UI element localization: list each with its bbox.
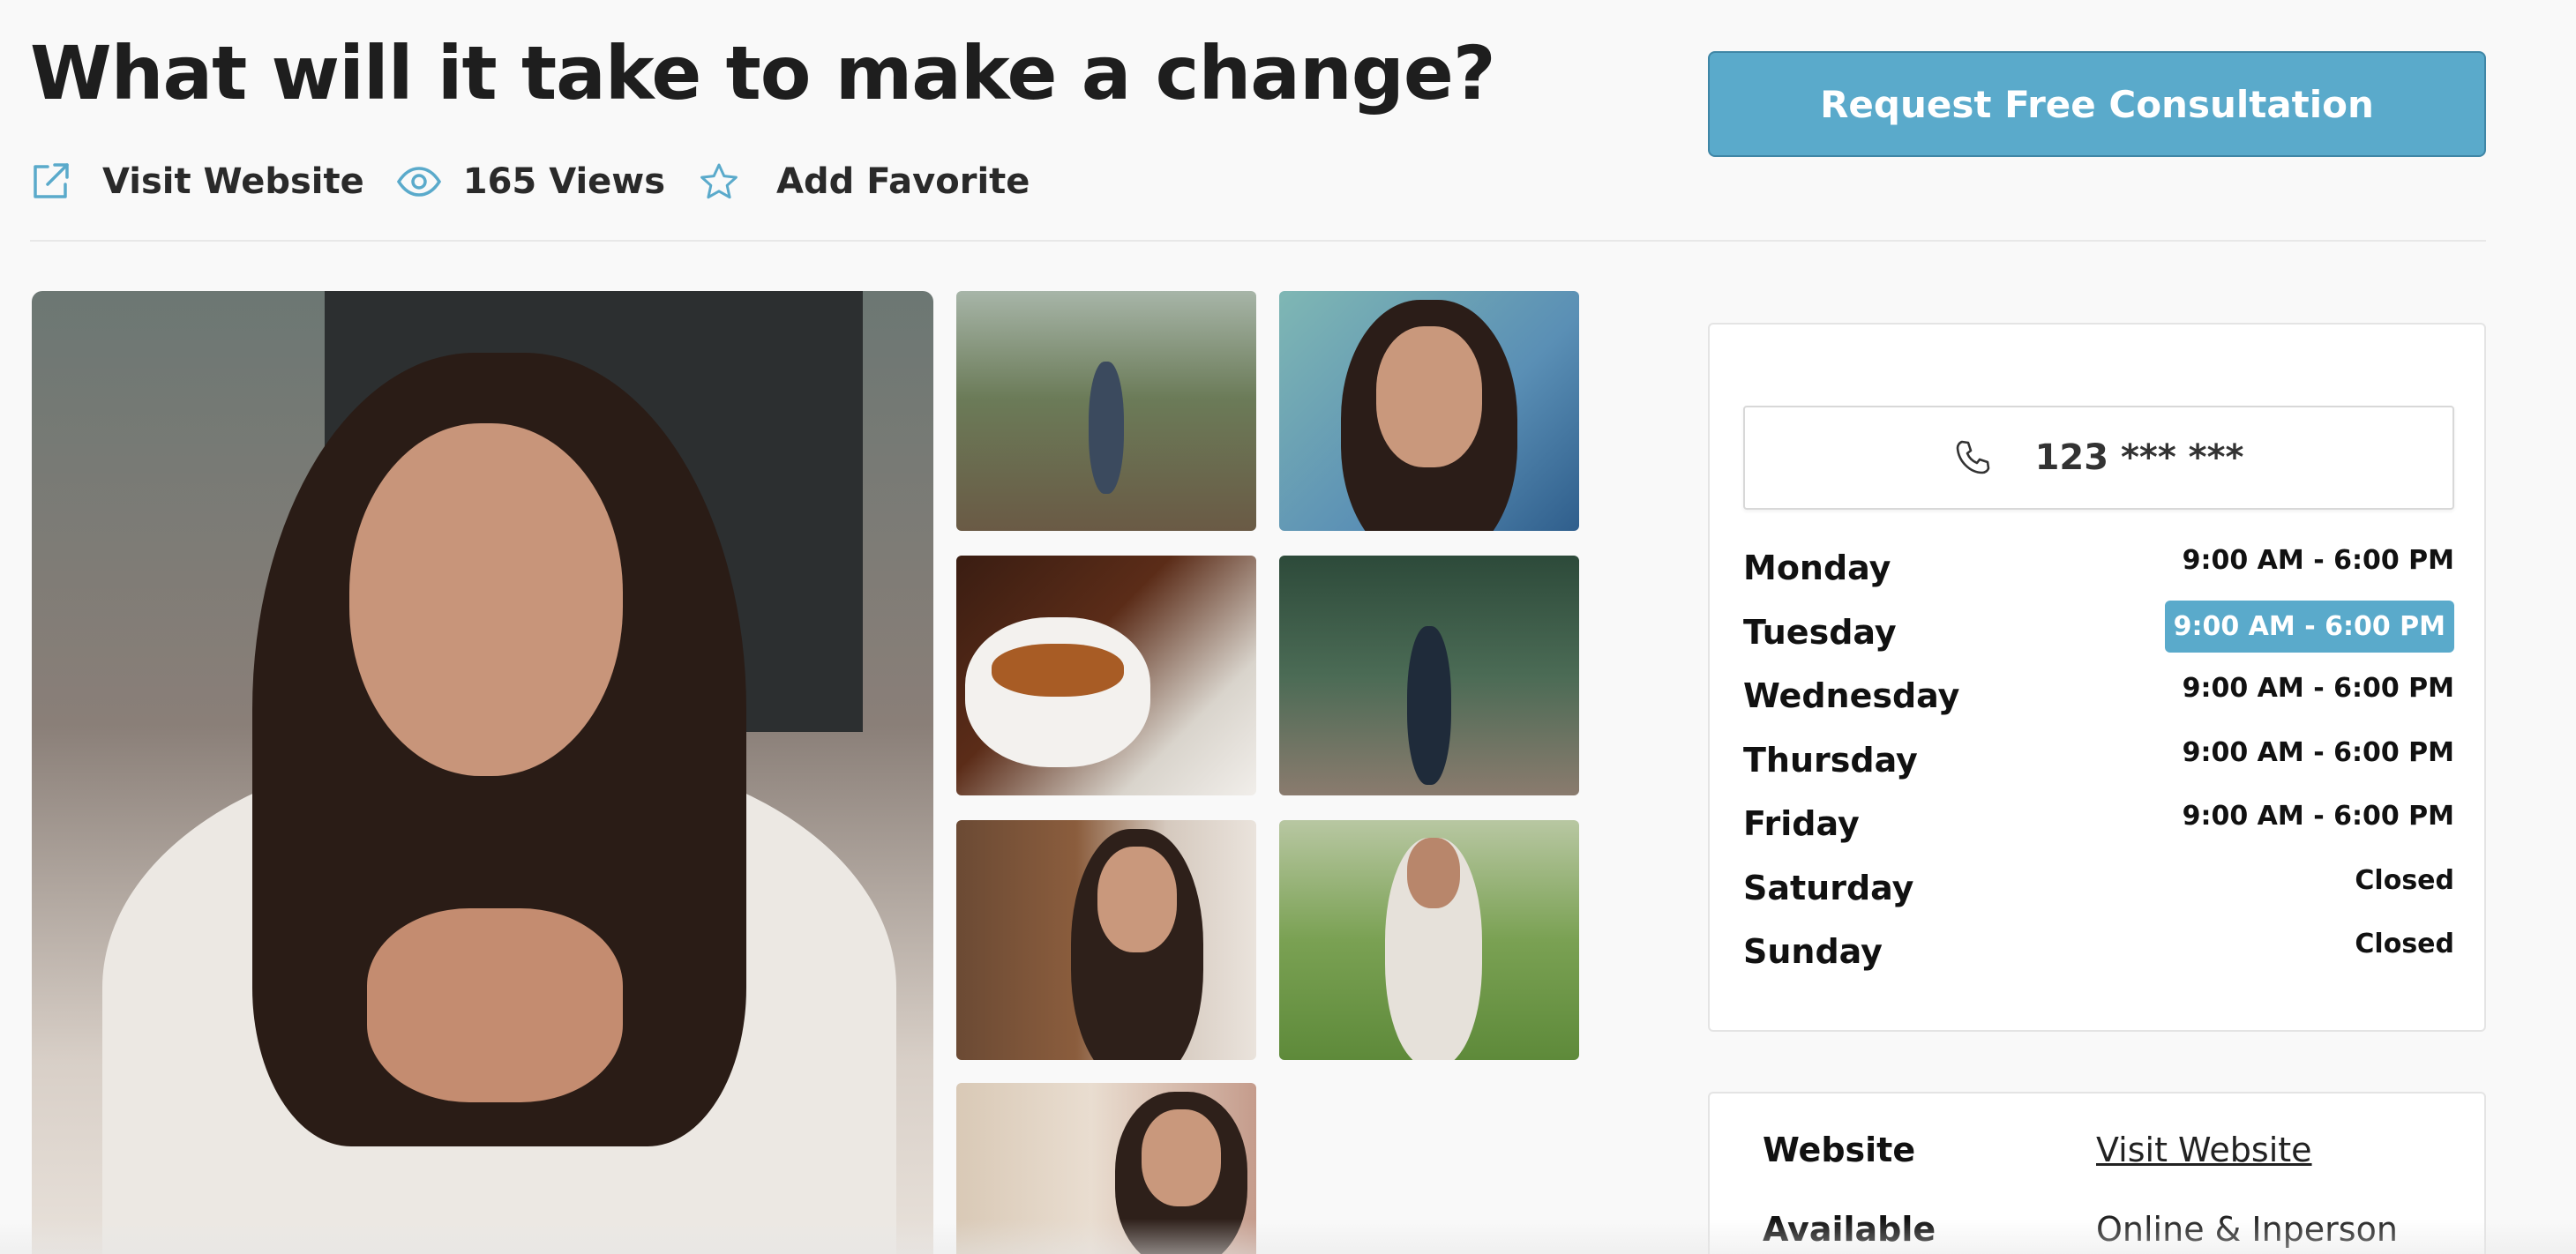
business-hours: Monday 9:00 AM - 6:00 PM Tuesday 9:00 AM… xyxy=(1743,536,2454,984)
listing-page: What will it take to make a change? Visi… xyxy=(0,0,2576,1254)
available-value: Online & Inperson xyxy=(2096,1210,2398,1249)
eye-icon xyxy=(396,161,442,202)
gallery-thumbnail[interactable] xyxy=(1279,820,1579,1060)
listing-info-card: Website Visit Website Available Online &… xyxy=(1708,1092,2486,1254)
phone-button[interactable]: 123 *** *** xyxy=(1743,406,2454,510)
photo-detail xyxy=(1407,838,1460,908)
request-consultation-button[interactable]: Request Free Consultation xyxy=(1708,51,2486,157)
add-favorite-label: Add Favorite xyxy=(776,161,1030,202)
time-value: 9:00 AM - 6:00 PM xyxy=(2182,545,2454,576)
photo-detail xyxy=(1407,626,1451,785)
phone-number: 123 *** *** xyxy=(2034,437,2244,478)
website-key: Website xyxy=(1763,1131,1916,1169)
photo-detail xyxy=(1376,326,1482,467)
gallery-thumbnail[interactable] xyxy=(956,1083,1256,1254)
header-divider xyxy=(30,240,2486,242)
photo-detail xyxy=(349,423,623,776)
contact-hours-card: 123 *** *** Monday 9:00 AM - 6:00 PM Tue… xyxy=(1708,323,2486,1032)
photo-detail xyxy=(992,644,1124,697)
add-favorite-button[interactable]: Add Favorite xyxy=(699,161,1030,202)
time-value: Closed xyxy=(2355,864,2454,896)
visit-website-label: Visit Website xyxy=(102,161,364,202)
gallery-thumbnail[interactable] xyxy=(956,820,1256,1060)
gallery-thumbnail[interactable] xyxy=(956,291,1256,531)
listing-meta: Visit Website 165 Views Add Favorite xyxy=(30,155,1030,208)
day-label: Sunday xyxy=(1743,932,1883,971)
star-icon xyxy=(699,161,739,202)
photo-detail xyxy=(1097,847,1177,952)
phone-icon xyxy=(1954,438,1993,477)
time-value: Closed xyxy=(2355,929,2454,959)
views-label: 165 Views xyxy=(462,161,666,202)
hours-row: Wednesday 9:00 AM - 6:00 PM xyxy=(1743,664,2454,728)
external-link-icon xyxy=(30,161,71,202)
day-label: Saturday xyxy=(1743,868,1914,907)
hours-row: Saturday Closed xyxy=(1743,856,2454,921)
time-value: 9:00 AM - 6:00 PM xyxy=(2182,736,2454,768)
photo-detail xyxy=(1142,1109,1221,1206)
hours-row: Sunday Closed xyxy=(1743,920,2454,984)
hours-row: Tuesday 9:00 AM - 6:00 PM xyxy=(1743,600,2454,665)
gallery-thumbnail[interactable] xyxy=(1279,291,1579,531)
time-value: 9:00 AM - 6:00 PM xyxy=(2182,673,2454,704)
available-key: Available xyxy=(1763,1210,1936,1249)
day-label: Friday xyxy=(1743,804,1860,843)
day-label: Thursday xyxy=(1743,740,1918,780)
hours-row: Thursday 9:00 AM - 6:00 PM xyxy=(1743,728,2454,793)
gallery-thumbnail[interactable] xyxy=(1279,556,1579,795)
day-label: Monday xyxy=(1743,549,1891,587)
gallery-thumbnail[interactable] xyxy=(956,556,1256,795)
info-row-available: Available Online & Inperson xyxy=(1763,1210,2449,1254)
website-link[interactable]: Visit Website xyxy=(2096,1131,2312,1169)
day-label: Wednesday xyxy=(1743,676,1960,715)
views-count: 165 Views xyxy=(396,161,665,202)
hours-row: Friday 9:00 AM - 6:00 PM xyxy=(1743,792,2454,856)
hours-row: Monday 9:00 AM - 6:00 PM xyxy=(1743,536,2454,601)
time-value: 9:00 AM - 6:00 PM xyxy=(2182,801,2454,832)
info-row-website: Website Visit Website xyxy=(1763,1131,2449,1183)
main-photo[interactable] xyxy=(32,291,933,1254)
photo-detail xyxy=(367,908,623,1102)
today-time-badge: 9:00 AM - 6:00 PM xyxy=(2164,600,2454,653)
day-label: Tuesday xyxy=(1743,612,1897,652)
photo-detail xyxy=(1089,362,1124,494)
visit-website-link[interactable]: Visit Website xyxy=(30,161,364,202)
page-title: What will it take to make a change? xyxy=(30,30,1496,116)
